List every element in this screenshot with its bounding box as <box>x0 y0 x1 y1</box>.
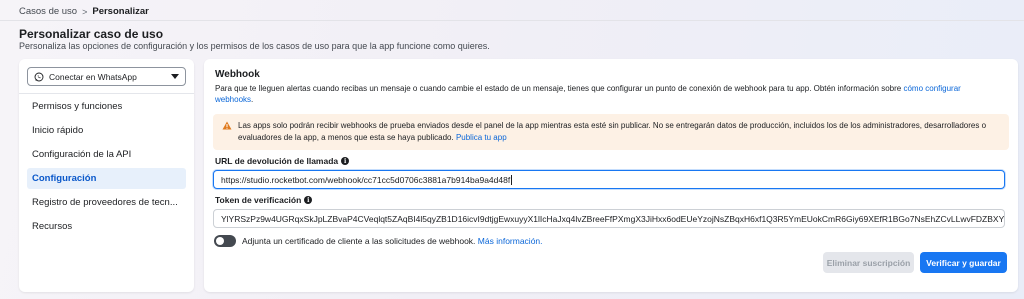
sidebar-item-label: Recursos <box>32 221 73 232</box>
verify-token-input[interactable]: YlYRSzPz9w4UGRqxSkJpLZBvaP4CVeqlqt5ZAqBI… <box>213 209 1005 228</box>
sidebar-item-label: Configuración <box>32 173 97 184</box>
sidebar-item-registro-proveedores[interactable]: Registro de proveedores de tecn... <box>27 192 186 213</box>
delete-subscription-button[interactable]: Eliminar suscripción <box>823 252 914 273</box>
verify-save-button[interactable]: Verificar y guardar <box>920 252 1007 273</box>
section-title: Webhook <box>215 69 260 80</box>
description-text: Para que te lleguen alertas cuando recib… <box>215 84 904 93</box>
more-info-link[interactable]: Más información. <box>478 236 543 246</box>
sidebar: Conectar en WhatsApp Permisos y funcione… <box>19 59 194 292</box>
verify-token-label: Token de verificación i <box>215 195 313 205</box>
section-description: Para que te lleguen alertas cuando recib… <box>215 83 995 105</box>
page-subtitle: Personaliza las opciones de configuració… <box>19 41 490 51</box>
callback-url-label-text: URL de devolución de llamada <box>215 156 339 166</box>
caret-down-icon <box>171 74 179 79</box>
client-cert-label-text: Adjunta un certificado de cliente a las … <box>242 236 478 246</box>
chevron-right-icon: > <box>82 6 88 17</box>
sidebar-item-configuracion[interactable]: Configuración <box>27 168 186 189</box>
usecase-select[interactable]: Conectar en WhatsApp <box>27 67 186 86</box>
page-title: Personalizar caso de uso <box>19 27 164 41</box>
sidebar-item-label: Registro de proveedores de tecn... <box>32 197 178 208</box>
warning-text: Las apps solo podrán recibir webhooks de… <box>238 121 987 142</box>
usecase-select-value: Conectar en WhatsApp <box>49 71 137 82</box>
client-cert-toggle[interactable] <box>214 235 236 247</box>
verify-token-value: YlYRSzPz9w4UGRqxSkJpLZBvaP4CVeqlqt5ZAqBI… <box>221 213 1005 224</box>
publish-app-link[interactable]: Publica tu app <box>456 133 507 142</box>
info-icon[interactable]: i <box>304 196 313 204</box>
sidebar-item-label: Permisos y funciones <box>32 101 123 112</box>
breadcrumb: Casos de uso > Personalizar <box>19 6 149 17</box>
sidebar-item-permisos[interactable]: Permisos y funciones <box>27 96 186 117</box>
warning-icon <box>222 121 232 130</box>
webhook-panel: Webhook Para que te lleguen alertas cuan… <box>204 59 1018 292</box>
sidebar-item-label: Inicio rápido <box>32 125 84 136</box>
sidebar-item-inicio-rapido[interactable]: Inicio rápido <box>27 120 186 141</box>
client-cert-label: Adjunta un certificado de cliente a las … <box>242 236 543 246</box>
warning-banner: Las apps solo podrán recibir webhooks de… <box>213 114 1009 150</box>
header-divider <box>0 20 1024 21</box>
breadcrumb-current: Personalizar <box>92 6 149 17</box>
callback-url-input[interactable]: https://studio.rocketbot.com/webhook/cc7… <box>213 170 1005 189</box>
sidebar-item-configuracion-api[interactable]: Configuración de la API <box>27 144 186 165</box>
text-cursor <box>511 174 513 185</box>
callback-url-value: https://studio.rocketbot.com/webhook/cc7… <box>221 174 511 185</box>
info-icon[interactable]: i <box>341 157 350 165</box>
sidebar-item-label: Configuración de la API <box>32 149 132 160</box>
whatsapp-icon <box>34 72 44 81</box>
verify-token-label-text: Token de verificación <box>215 195 302 205</box>
breadcrumb-parent-link[interactable]: Casos de uso <box>19 6 77 17</box>
toggle-knob <box>216 237 224 245</box>
callback-url-label: URL de devolución de llamada i <box>215 156 350 166</box>
sidebar-divider <box>19 93 194 94</box>
sidebar-item-recursos[interactable]: Recursos <box>27 216 186 237</box>
description-end: . <box>251 95 254 104</box>
